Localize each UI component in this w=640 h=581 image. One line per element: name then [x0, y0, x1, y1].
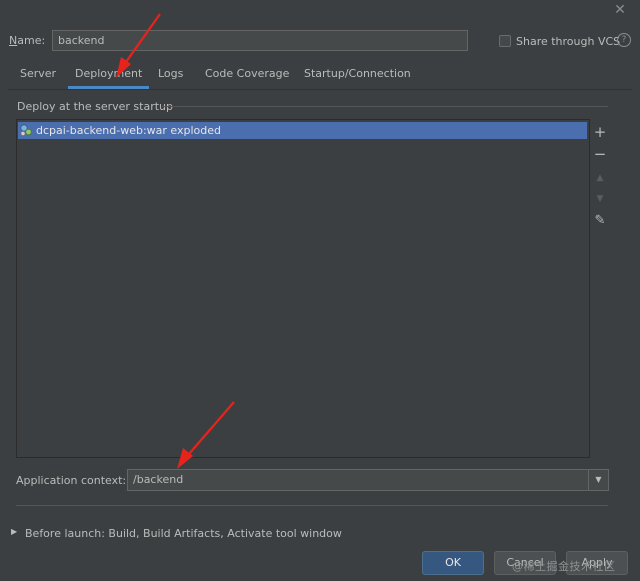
close-icon[interactable]: ✕	[612, 2, 628, 18]
tab-server[interactable]: Server	[20, 67, 56, 87]
share-vcs-checkbox[interactable]	[499, 35, 511, 47]
help-icon[interactable]: ?	[617, 33, 631, 47]
name-input[interactable]: backend	[52, 30, 468, 51]
deploy-section-title: Deploy at the server startup	[17, 100, 174, 113]
app-context-label: Application context:	[16, 474, 127, 487]
before-launch-label[interactable]: Before launch: Build, Build Artifacts, A…	[25, 527, 342, 540]
tab-code-coverage[interactable]: Code Coverage	[205, 67, 289, 87]
share-vcs-label[interactable]: Share through VCS	[516, 35, 620, 48]
app-context-input[interactable]: /backend	[127, 469, 609, 491]
section-divider-bottom	[16, 505, 608, 506]
artifact-icon	[20, 124, 32, 136]
tabs-divider	[8, 89, 632, 90]
move-down-icon[interactable]: ▼	[592, 191, 608, 207]
ok-button[interactable]: OK	[422, 551, 484, 575]
tab-logs[interactable]: Logs	[158, 67, 183, 87]
section-divider	[162, 106, 608, 107]
watermark: @稀土掘金技术社区	[512, 560, 616, 573]
chevron-down-icon[interactable]: ▼	[588, 470, 608, 490]
move-up-icon[interactable]: ▲	[592, 170, 608, 186]
tab-deployment[interactable]: Deployment	[67, 67, 150, 89]
expand-arrow-icon[interactable]: ▶	[11, 527, 17, 536]
deploy-artifact-list[interactable]	[16, 119, 590, 458]
remove-icon[interactable]: −	[592, 146, 608, 162]
tab-startup-connection[interactable]: Startup/Connection	[304, 67, 411, 87]
name-label: Name:	[9, 34, 46, 47]
add-icon[interactable]: +	[592, 124, 608, 140]
list-item[interactable]: dcpai-backend-web:war exploded	[18, 122, 587, 139]
edit-icon[interactable]: ✎	[592, 213, 608, 229]
